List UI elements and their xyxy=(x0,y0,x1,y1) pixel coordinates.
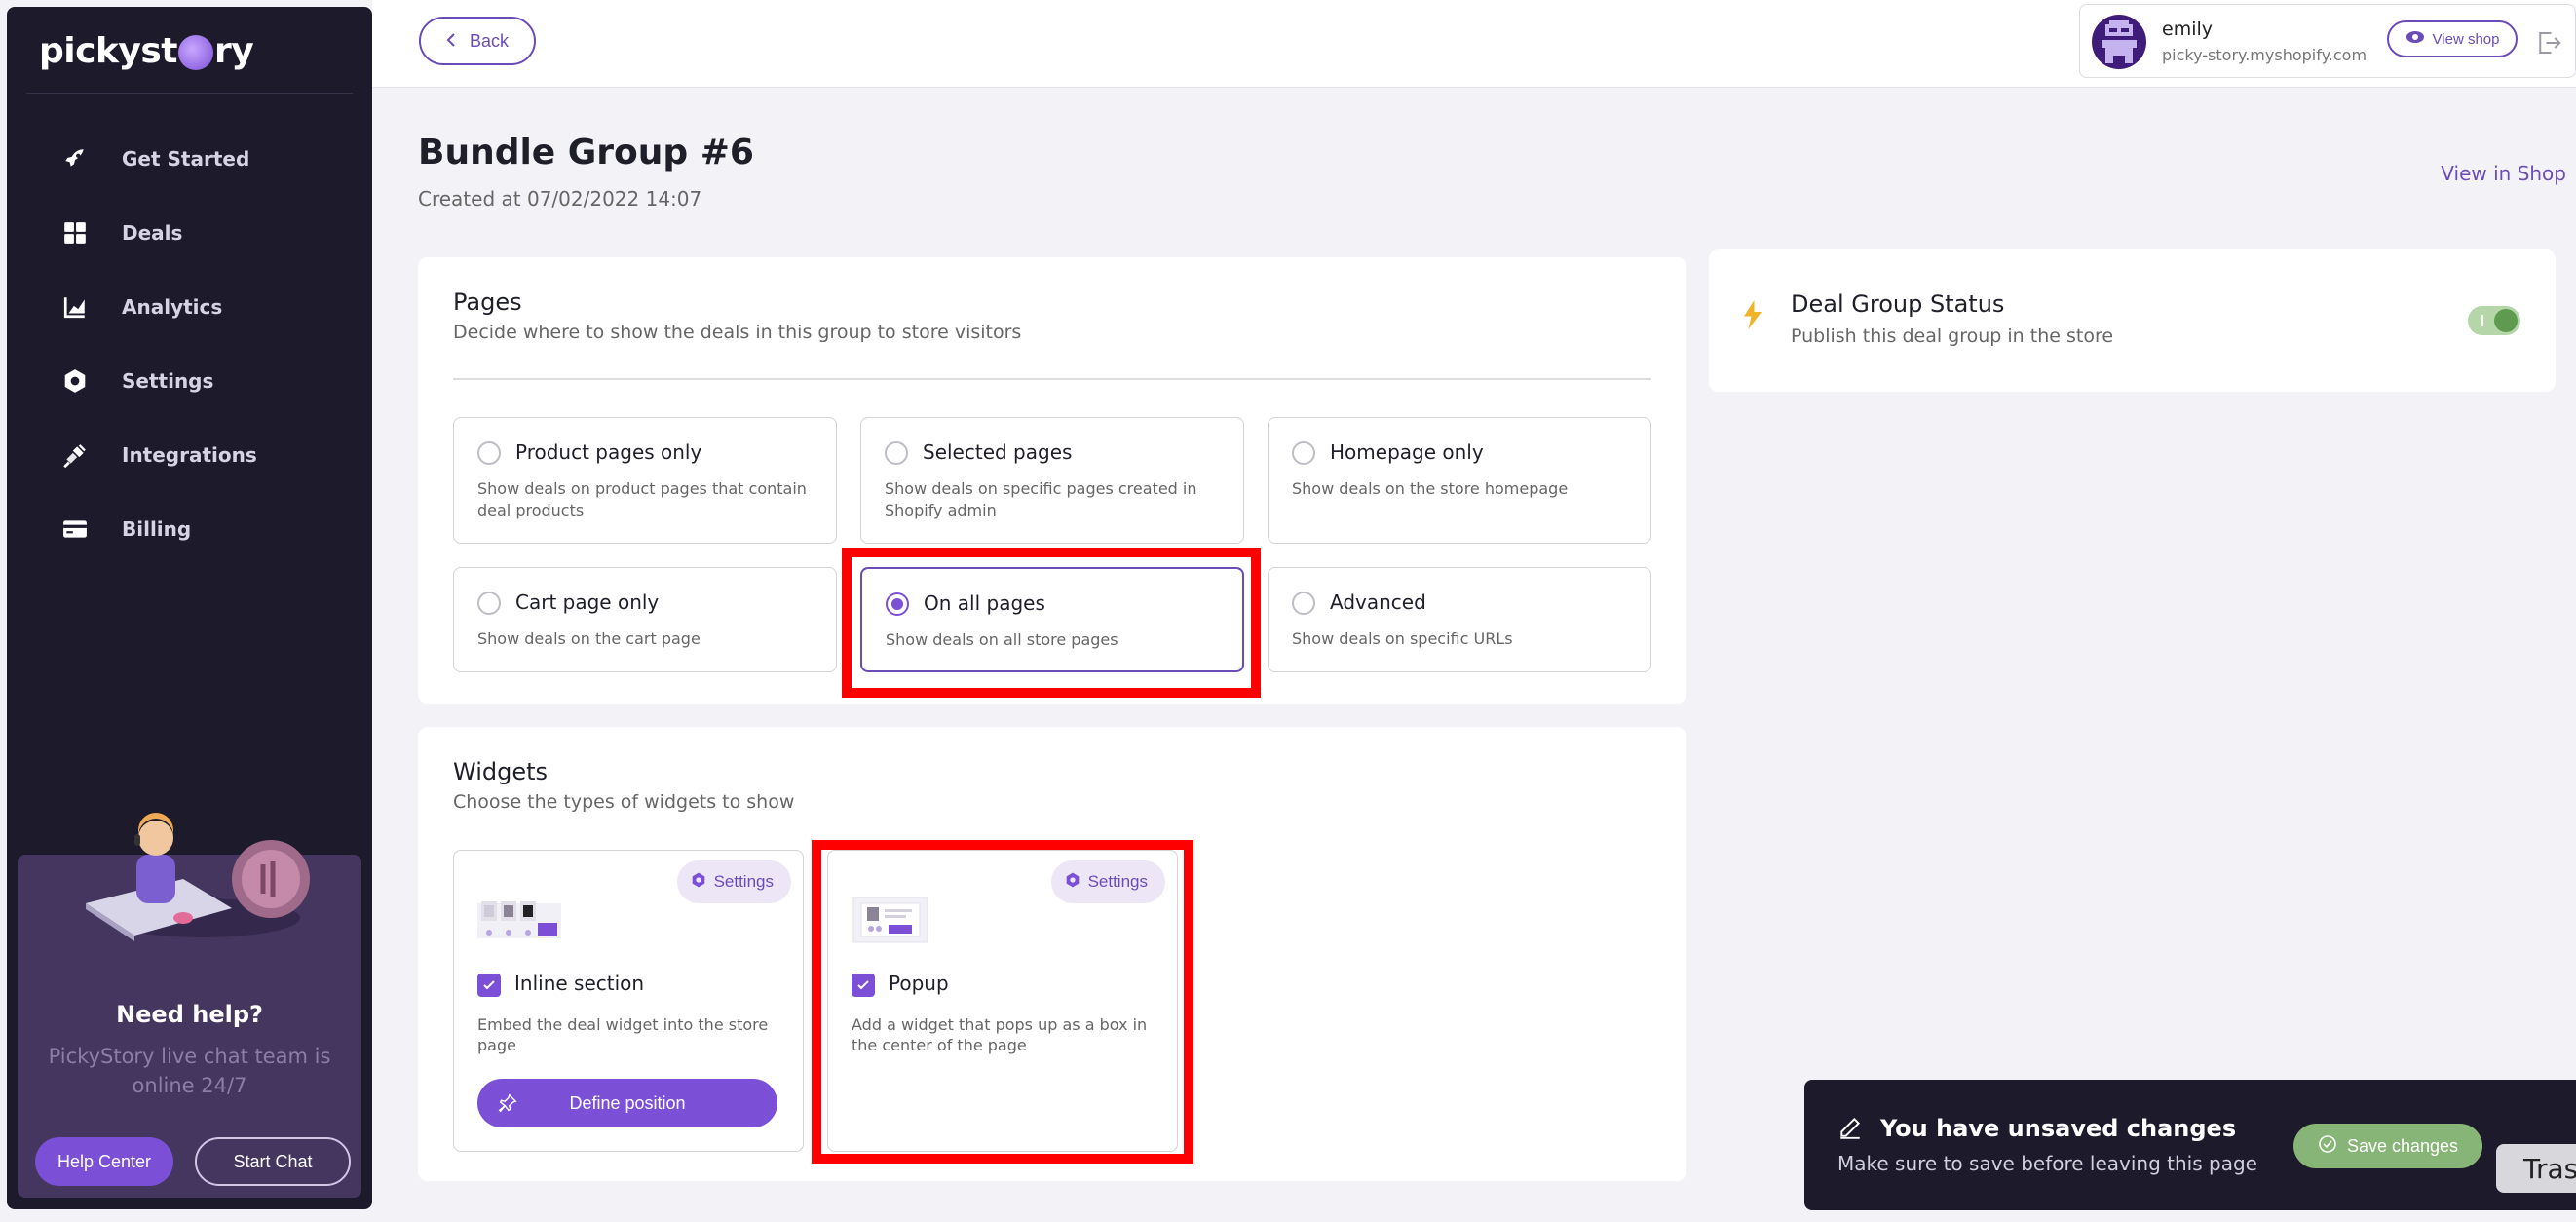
logo-gem-icon xyxy=(178,35,213,70)
pin-icon xyxy=(497,1092,518,1119)
grid-icon xyxy=(56,213,95,252)
help-title: Need help? xyxy=(116,1001,263,1028)
help-card: Need help? PickyStory live chat team is … xyxy=(18,813,361,1198)
pages-card-description: Decide where to show the deals in this g… xyxy=(453,322,1022,343)
highlight-popup-widget xyxy=(812,840,1193,1164)
inline-settings-button[interactable]: Settings xyxy=(676,860,791,903)
card-icon xyxy=(56,510,95,549)
unsaved-changes-bar: You have unsaved changes Make sure to sa… xyxy=(1804,1080,2576,1210)
sidebar-item-deals[interactable]: Deals xyxy=(7,196,372,270)
settings-label: Settings xyxy=(713,872,774,891)
inline-widget-illustration xyxy=(477,901,561,938)
gear-icon xyxy=(56,362,95,401)
sidebar-item-integrations[interactable]: Integrations xyxy=(7,418,372,492)
pickystory-logo[interactable]: pickyst ry xyxy=(39,28,254,73)
chart-icon xyxy=(56,287,95,326)
page-option-advanced[interactable]: Advanced Show deals on specific URLs xyxy=(1268,567,1651,672)
sidebar-item-get-started[interactable]: Get Started xyxy=(7,122,372,196)
sidebar-item-label: Analytics xyxy=(122,295,223,319)
trash-tooltip: Tras xyxy=(2496,1144,2576,1193)
toggle-knob xyxy=(2494,309,2518,332)
pages-card-divider xyxy=(453,378,1651,380)
page-option-product-pages[interactable]: Product pages only Show deals on product… xyxy=(453,417,837,544)
page-option-cart-page[interactable]: Cart page only Show deals on the cart pa… xyxy=(453,567,837,672)
option-title: Product pages only xyxy=(515,440,702,464)
page-option-homepage[interactable]: Homepage only Show deals on the store ho… xyxy=(1268,417,1651,544)
sidebar: pickystry Get Started Deals Analytics S xyxy=(7,7,372,1209)
radio-button[interactable] xyxy=(477,441,501,465)
shop-owner-name: emily xyxy=(2162,19,2213,40)
status-description: Publish this deal group in the store xyxy=(1791,325,2114,347)
publish-toggle[interactable] xyxy=(2468,306,2520,335)
option-description: Show deals on the cart page xyxy=(477,630,701,648)
unsaved-title: You have unsaved changes xyxy=(1880,1115,2237,1142)
back-label: Back xyxy=(469,30,510,51)
view-in-shop-link[interactable]: View in Shop xyxy=(2441,162,2566,185)
topbar: Back emily picky-story.myshopify.com Vie… xyxy=(372,0,2576,88)
option-title: Advanced xyxy=(1330,591,1426,614)
deal-group-status-card: Deal Group Status Publish this deal grou… xyxy=(1709,249,2556,392)
logout-icon[interactable] xyxy=(2534,28,2563,57)
radio-button[interactable] xyxy=(477,592,501,615)
sidebar-item-settings[interactable]: Settings xyxy=(7,344,372,418)
avatar[interactable] xyxy=(2092,15,2146,69)
status-title: Deal Group Status xyxy=(1791,290,2005,318)
page-title: Bundle Group #6 xyxy=(418,133,754,172)
option-description: Show deals on specific URLs xyxy=(1292,630,1513,648)
chevron-left-icon xyxy=(446,31,456,52)
option-title: Cart page only xyxy=(515,591,660,614)
check-circle-icon xyxy=(2318,1134,2337,1159)
save-changes-label: Save changes xyxy=(2346,1135,2459,1156)
radio-button[interactable] xyxy=(1292,441,1315,465)
lightning-icon xyxy=(1742,300,1763,333)
help-center-button[interactable]: Help Center xyxy=(35,1137,173,1186)
pages-card-title: Pages xyxy=(453,288,522,316)
page-option-selected-pages[interactable]: Selected pages Show deals on specific pa… xyxy=(860,417,1244,544)
radio-button[interactable] xyxy=(1292,592,1315,615)
logo-text-end: ry xyxy=(214,30,254,71)
define-position-label: Define position xyxy=(569,1092,686,1113)
sidebar-item-analytics[interactable]: Analytics xyxy=(7,270,372,344)
widget-title: Inline section xyxy=(514,972,645,995)
widgets-card-title: Widgets xyxy=(453,758,549,785)
rocket-icon xyxy=(56,139,95,178)
sidebar-item-label: Integrations xyxy=(122,443,257,467)
back-button[interactable]: Back xyxy=(419,17,536,65)
logo-text-start: pickyst xyxy=(39,30,178,71)
widget-inline-section[interactable]: Settings Inline section Embed the deal w… xyxy=(453,850,804,1152)
page-subtitle: Created at 07/02/2022 14:07 xyxy=(418,187,702,210)
sidebar-divider xyxy=(26,93,353,94)
sidebar-item-label: Billing xyxy=(122,517,192,541)
option-title: Selected pages xyxy=(923,440,1073,464)
eye-icon xyxy=(2406,30,2425,48)
option-description: Show deals on specific pages created in … xyxy=(885,479,1197,519)
sidebar-item-label: Settings xyxy=(122,369,214,393)
widget-description: Embed the deal widget into the store pag… xyxy=(477,1015,769,1054)
option-description: Show deals on product pages that contain… xyxy=(477,479,807,519)
sidebar-item-billing[interactable]: Billing xyxy=(7,492,372,566)
help-description: PickyStory live chat team is online 24/7 xyxy=(48,1045,331,1097)
unsaved-description: Make sure to save before leaving this pa… xyxy=(1837,1152,2257,1175)
start-chat-button[interactable]: Start Chat xyxy=(195,1137,351,1186)
shop-url: picky-story.myshopify.com xyxy=(2162,46,2368,64)
inline-section-checkbox[interactable] xyxy=(477,974,501,997)
radio-button[interactable] xyxy=(885,441,908,465)
view-shop-label: View shop xyxy=(2432,30,2500,48)
widgets-card-description: Choose the types of widgets to show xyxy=(453,791,795,813)
option-title: Homepage only xyxy=(1330,440,1484,464)
support-agent-illustration xyxy=(86,813,310,941)
define-position-button[interactable]: Define position xyxy=(477,1079,777,1127)
option-description: Show deals on the store homepage xyxy=(1292,479,1569,498)
pencil-icon xyxy=(1837,1115,1863,1144)
shop-account-box: emily picky-story.myshopify.com View sho… xyxy=(2079,4,2576,78)
sidebar-item-label: Get Started xyxy=(122,147,250,171)
gear-icon xyxy=(691,872,706,893)
plug-icon xyxy=(56,436,95,475)
highlight-all-pages-option xyxy=(842,548,1261,698)
view-shop-button[interactable]: View shop xyxy=(2387,20,2518,57)
sidebar-item-label: Deals xyxy=(122,221,183,245)
save-changes-button[interactable]: Save changes xyxy=(2293,1124,2482,1168)
sidebar-nav: Get Started Deals Analytics Settings Int… xyxy=(7,122,372,566)
